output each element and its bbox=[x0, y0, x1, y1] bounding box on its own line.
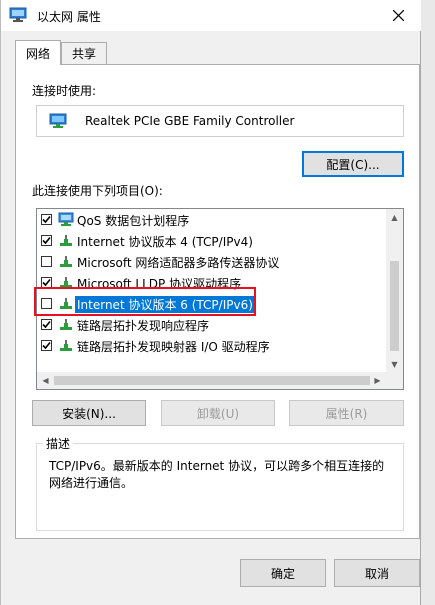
background-window-edge bbox=[421, 0, 435, 605]
checkbox[interactable] bbox=[41, 256, 52, 267]
items-label: 此连接使用下列项目(O): bbox=[32, 184, 163, 198]
item-label: QoS 数据包计划程序 bbox=[77, 214, 190, 228]
checkmark-icon bbox=[42, 236, 51, 245]
protocol-icon bbox=[58, 338, 74, 353]
item-label: 链路层拓扑发现映射器 I/O 驱动程序 bbox=[77, 340, 270, 354]
window-title: 以太网 属性 bbox=[37, 10, 101, 24]
scrollbar-corner bbox=[386, 372, 403, 389]
uninstall-button[interactable]: 卸载(U) bbox=[161, 400, 275, 426]
checkbox[interactable] bbox=[41, 277, 52, 288]
checkmark-icon bbox=[42, 341, 51, 350]
description-group: 描述 TCP/IPv6。最新版本的 Internet 协议，可以跨多个相互连接的… bbox=[36, 435, 404, 531]
checkmark-icon bbox=[42, 215, 51, 224]
protocol-icon bbox=[58, 296, 74, 311]
vertical-scrollbar[interactable]: ▲ ▼ bbox=[386, 209, 403, 373]
checkbox[interactable] bbox=[41, 319, 52, 330]
horizontal-scroll-thumb[interactable] bbox=[54, 376, 370, 385]
item-label: Internet 协议版本 4 (TCP/IPv4) bbox=[77, 235, 253, 249]
list-item[interactable]: Internet 协议版本 4 (TCP/IPv4) bbox=[37, 230, 385, 251]
components-list[interactable]: QoS 数据包计划程序 Internet 协议版本 4 (TCP/IPv4) M… bbox=[36, 208, 404, 390]
checkbox[interactable] bbox=[41, 340, 52, 351]
qos-icon bbox=[58, 212, 74, 227]
scroll-up-icon[interactable]: ▲ bbox=[386, 209, 403, 226]
network-adapter-icon bbox=[9, 7, 27, 23]
description-title: 描述 bbox=[43, 435, 74, 452]
scroll-right-icon[interactable]: ▶ bbox=[369, 372, 386, 389]
connect-using-label: 连接时使用: bbox=[32, 84, 97, 98]
properties-dialog: 以太网 属性 网络 共享 连接时使用: Realtek PCIe GBE Fam… bbox=[0, 0, 421, 605]
checkbox[interactable] bbox=[41, 214, 52, 225]
protocol-icon bbox=[58, 233, 74, 248]
list-item-selected[interactable]: Internet 协议版本 6 (TCP/IPv6) bbox=[37, 293, 385, 314]
horizontal-scrollbar[interactable]: ◀ ▶ bbox=[37, 372, 403, 389]
title-bar[interactable]: 以太网 属性 bbox=[1, 0, 421, 31]
description-text: TCP/IPv6。最新版本的 Internet 协议，可以跨多个相互连接的网络进… bbox=[49, 459, 385, 490]
item-label: 链路层拓扑发现响应程序 bbox=[77, 319, 210, 333]
list-item[interactable]: 链路层拓扑发现映射器 I/O 驱动程序 bbox=[37, 335, 385, 356]
item-label: Internet 协议版本 6 (TCP/IPv6) bbox=[75, 296, 255, 313]
item-label: Microsoft 网络适配器多路传送器协议 bbox=[77, 256, 280, 270]
tab-sharing[interactable]: 共享 bbox=[61, 42, 107, 64]
scroll-left-icon[interactable]: ◀ bbox=[37, 372, 54, 389]
list-item[interactable]: Microsoft 网络适配器多路传送器协议 bbox=[37, 251, 385, 272]
checkbox[interactable] bbox=[41, 298, 52, 309]
checkbox[interactable] bbox=[41, 235, 52, 246]
tab-panel-network: 连接时使用: Realtek PCIe GBE Family Controlle… bbox=[15, 64, 420, 539]
item-label: Microsoft LLDP 协议驱动程序 bbox=[77, 277, 242, 291]
install-button[interactable]: 安装(N)... bbox=[32, 400, 146, 426]
scroll-down-icon[interactable]: ▼ bbox=[386, 356, 403, 373]
list-item[interactable]: QoS 数据包计划程序 bbox=[37, 209, 385, 230]
properties-button[interactable]: 属性(R) bbox=[289, 400, 404, 426]
checkmark-icon bbox=[42, 320, 51, 329]
cancel-button[interactable]: 取消 bbox=[334, 559, 420, 587]
checkmark-icon bbox=[42, 278, 51, 287]
list-item[interactable]: Microsoft LLDP 协议驱动程序 bbox=[37, 272, 385, 293]
protocol-icon bbox=[58, 317, 74, 332]
ok-button[interactable]: 确定 bbox=[240, 559, 326, 587]
protocol-icon bbox=[58, 254, 74, 269]
configure-button[interactable]: 配置(C)... bbox=[302, 151, 404, 177]
adapter-box: Realtek PCIe GBE Family Controller bbox=[36, 105, 404, 137]
tab-network[interactable]: 网络 bbox=[15, 40, 61, 65]
close-button[interactable] bbox=[375, 0, 421, 31]
adapter-name: Realtek PCIe GBE Family Controller bbox=[85, 114, 295, 128]
network-card-icon bbox=[49, 113, 67, 129]
protocol-icon bbox=[58, 275, 74, 290]
close-icon bbox=[392, 10, 404, 21]
list-item[interactable]: 链路层拓扑发现响应程序 bbox=[37, 314, 385, 335]
vertical-scroll-thumb[interactable] bbox=[390, 261, 399, 351]
